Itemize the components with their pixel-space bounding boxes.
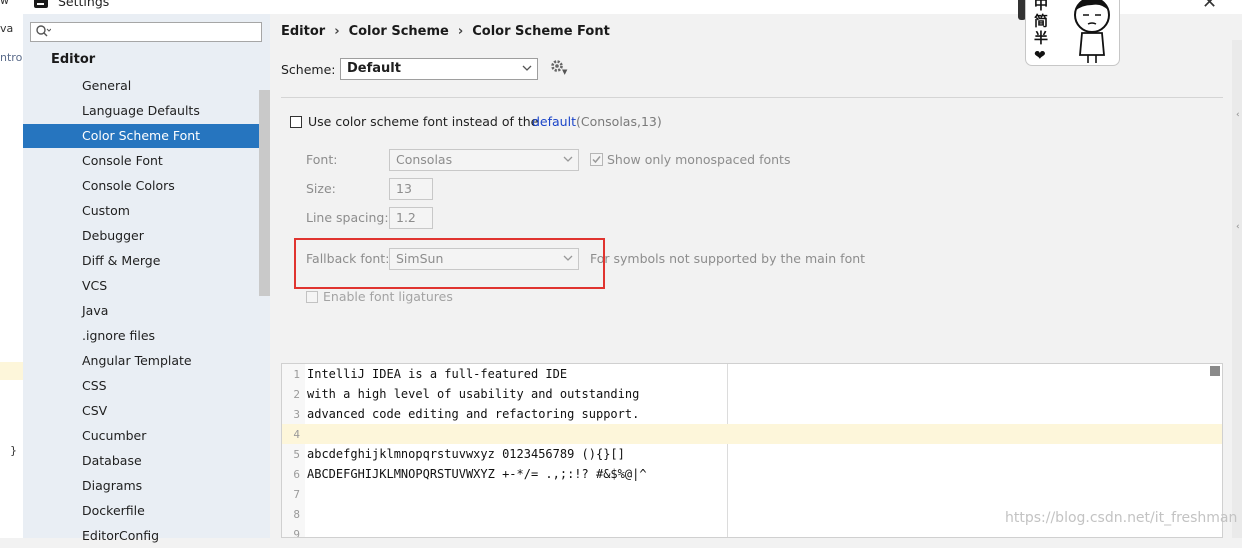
sidebar-item-cucumber[interactable]: Cucumber xyxy=(23,424,270,448)
sidebar-item-dockerfile[interactable]: Dockerfile xyxy=(23,499,270,523)
sidebar-item-database[interactable]: Database xyxy=(23,449,270,473)
sidebar-item-debugger[interactable]: Debugger xyxy=(23,224,270,248)
sidebar-item-general[interactable]: General xyxy=(23,74,270,98)
search-icon xyxy=(35,24,52,42)
preview-line-current: 4 xyxy=(282,424,1222,444)
preview-line: 3 advanced code editing and refactoring s… xyxy=(293,407,640,421)
use-scheme-font-checkbox[interactable] xyxy=(290,116,302,128)
breadcrumb-color-scheme-font: Color Scheme Font xyxy=(472,24,610,39)
watermark: https://blog.csdn.net/it_freshman xyxy=(1005,510,1238,526)
editor-fragment: } xyxy=(10,444,17,457)
sidebar-item-diff-merge[interactable]: Diff & Merge xyxy=(23,249,270,273)
fallback-font-hint: For symbols not supported by the main fo… xyxy=(590,251,866,266)
chevron-left-icon: ‹ xyxy=(1236,222,1240,232)
default-font-link[interactable]: default xyxy=(532,114,576,129)
chevron-left-icon: ‹ xyxy=(1236,110,1240,120)
background-editor-strip: w va ntro } xyxy=(0,0,24,538)
size-value: 13 xyxy=(396,181,412,196)
scheme-select[interactable]: Default xyxy=(340,58,538,80)
monospaced-only-checkbox[interactable] xyxy=(590,153,603,166)
monospaced-only-label: Show only monospaced fonts xyxy=(607,152,791,167)
sidebar-item-ignore-files[interactable]: .ignore files xyxy=(23,324,270,348)
gear-icon[interactable]: ▼ xyxy=(550,59,568,79)
settings-search[interactable] xyxy=(30,22,262,42)
chevron-down-icon xyxy=(522,61,532,78)
breadcrumb-color-scheme[interactable]: Color Scheme xyxy=(349,24,449,39)
font-ligatures-checkbox[interactable] xyxy=(306,291,318,303)
app-icon xyxy=(34,0,48,8)
window-title: Settings xyxy=(58,0,110,9)
sidebar-item-css[interactable]: CSS xyxy=(23,374,270,398)
editor-fragment: ntro xyxy=(0,51,23,64)
sidebar-item-language-defaults[interactable]: Language Defaults xyxy=(23,99,270,123)
size-label: Size: xyxy=(306,181,336,196)
font-label: Font: xyxy=(306,152,338,167)
sidebar-item-java[interactable]: Java xyxy=(23,299,270,323)
breadcrumb-separator: › xyxy=(457,24,464,39)
editor-fragment: w xyxy=(0,0,9,7)
sidebar-item-editorconfig[interactable]: EditorConfig xyxy=(23,524,270,548)
preview-line: 2 with a high level of usability and outs… xyxy=(293,387,640,401)
size-input[interactable]: 13 xyxy=(389,178,433,200)
scheme-label: Scheme: xyxy=(281,62,336,77)
sidebar-item-vcs[interactable]: VCS xyxy=(23,274,270,298)
editor-fragment: va xyxy=(0,22,14,35)
sidebar-item-csv[interactable]: CSV xyxy=(23,399,270,423)
font-ligatures-label: Enable font ligatures xyxy=(323,289,453,304)
cartoon-figure-icon xyxy=(1074,0,1110,63)
section-divider xyxy=(281,97,1223,98)
font-value: Consolas xyxy=(396,152,453,167)
line-spacing-value: 1.2 xyxy=(396,210,416,225)
preview-line: 1 IntelliJ IDEA is a full-featured IDE xyxy=(293,367,568,381)
search-input[interactable] xyxy=(55,24,259,40)
chevron-down-icon xyxy=(563,152,573,169)
breadcrumb: Editor › Color Scheme › Color Scheme Font xyxy=(281,24,610,39)
preview-status-marker xyxy=(1210,366,1220,376)
default-font-detail: (Consolas,13) xyxy=(576,114,662,129)
breadcrumb-separator: › xyxy=(334,24,340,39)
preview-line: 9 xyxy=(293,528,300,538)
use-scheme-font-label: Use color scheme font instead of the xyxy=(308,114,539,129)
sidebar-item-color-scheme-font[interactable]: Color Scheme Font xyxy=(23,124,270,148)
sidebar-scrollbar[interactable] xyxy=(259,90,270,296)
line-spacing-input[interactable]: 1.2 xyxy=(389,207,433,229)
sidebar-item-diagrams[interactable]: Diagrams xyxy=(23,474,270,498)
editor-current-line xyxy=(0,362,23,380)
highlight-annotation-box xyxy=(294,238,605,289)
line-spacing-label: Line spacing: xyxy=(306,210,389,225)
preview-line: 5 abcdefghijklmnopqrstuvwxyz 0123456789 (… xyxy=(293,447,625,461)
sidebar-group-editor[interactable]: Editor xyxy=(51,52,95,67)
sidebar-item-custom[interactable]: Custom xyxy=(23,199,270,223)
font-select[interactable]: Consolas xyxy=(389,149,579,171)
sidebar-item-angular-template[interactable]: Angular Template xyxy=(23,349,270,373)
close-icon[interactable]: ✕ xyxy=(1202,0,1217,13)
scheme-value: Default xyxy=(347,61,401,76)
breadcrumb-editor[interactable]: Editor xyxy=(281,24,325,39)
sidebar-item-console-colors[interactable]: Console Colors xyxy=(23,174,270,198)
sticker-overlay: 中 简 半 ❤ xyxy=(1025,0,1120,66)
sidebar-item-console-font[interactable]: Console Font xyxy=(23,149,270,173)
sticker-text: 中 简 半 ❤ xyxy=(1034,0,1048,64)
preview-line: 7 xyxy=(293,488,300,501)
preview-line: 6 ABCDEFGHIJKLMNOPQRSTUVWXYZ +-*/= .,;:!?… xyxy=(293,467,647,481)
